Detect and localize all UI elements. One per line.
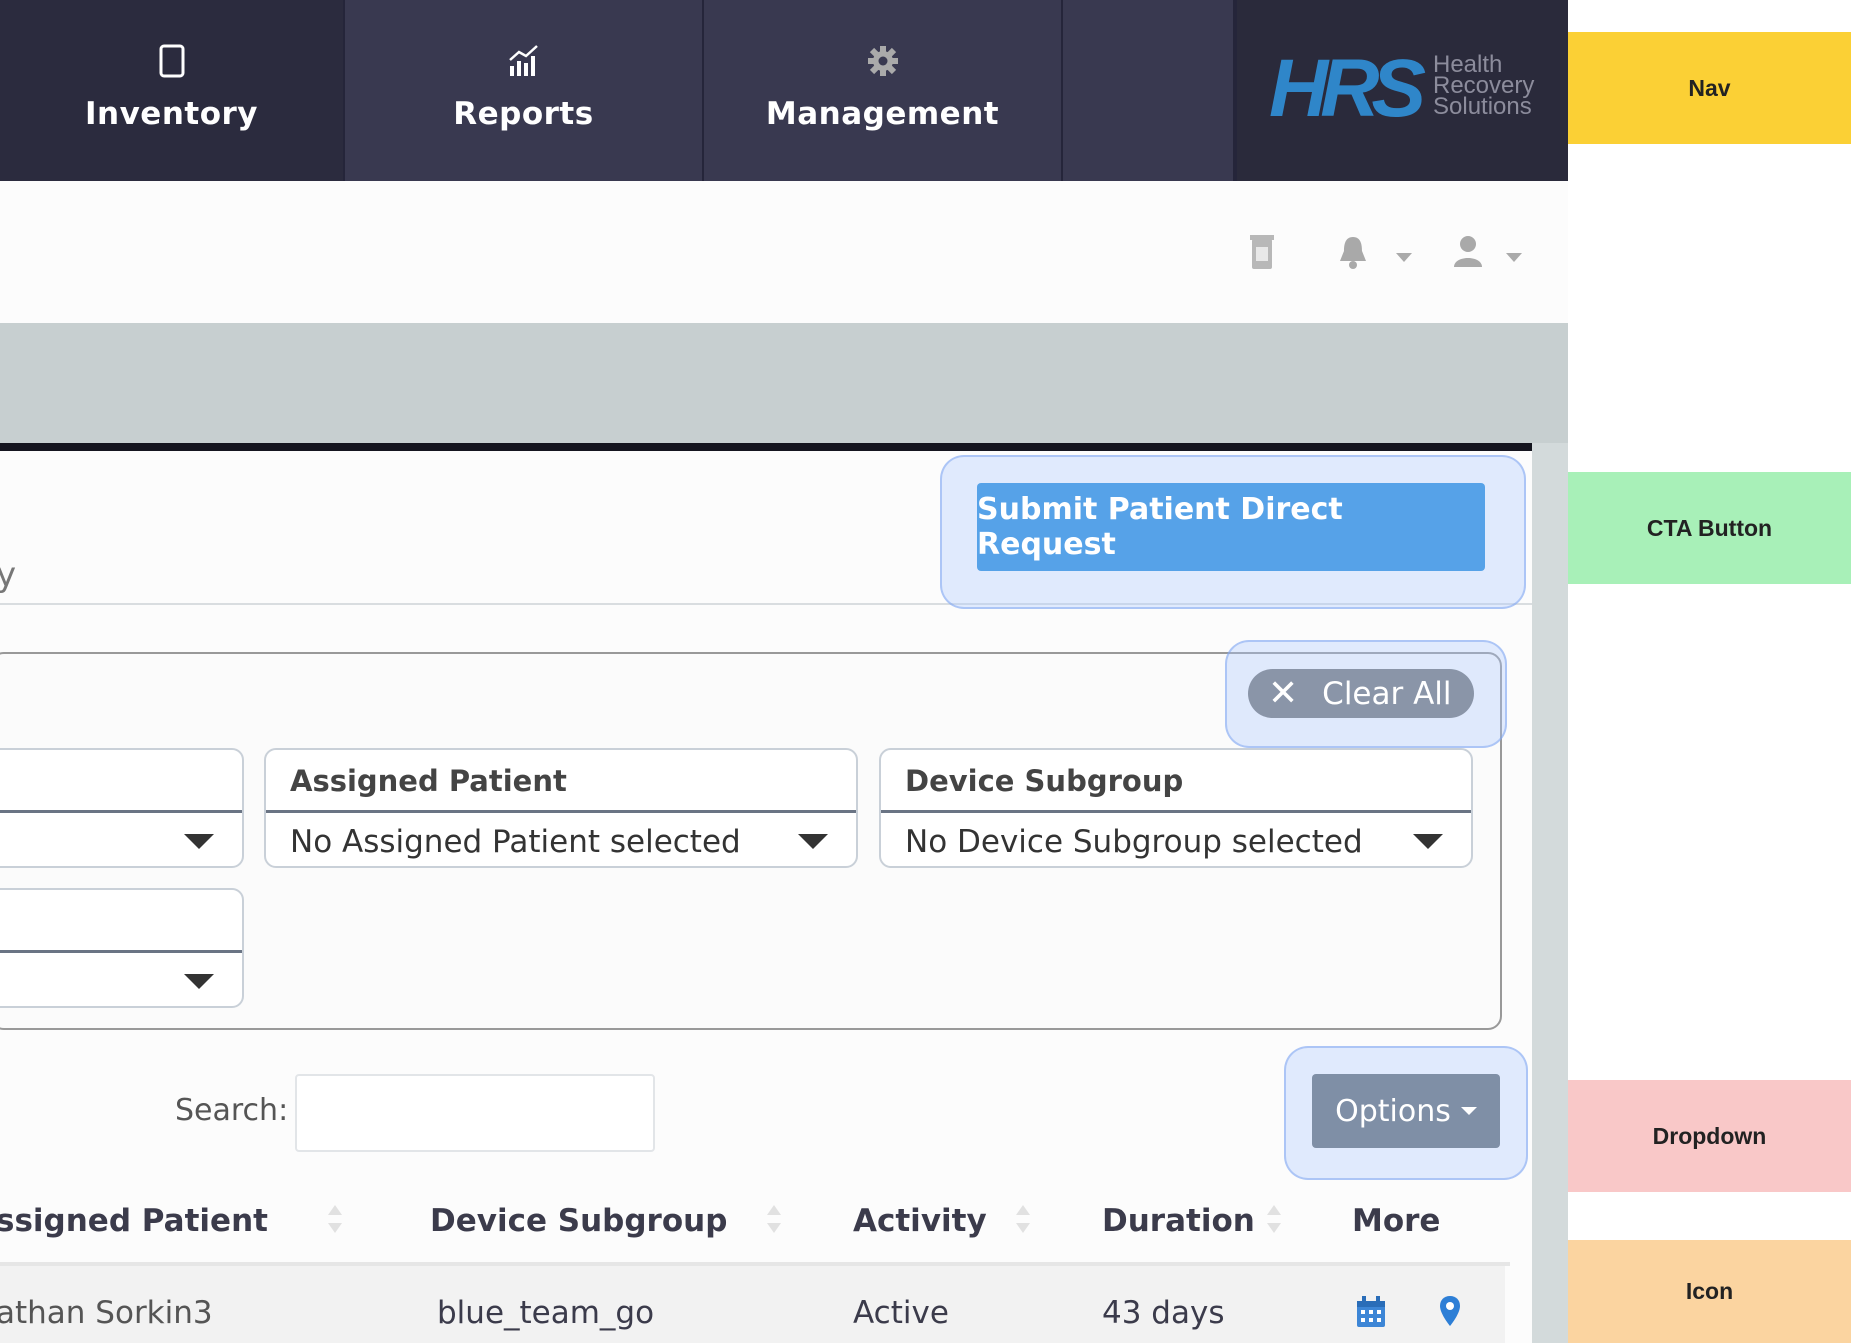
user-icon[interactable] [1454, 235, 1482, 273]
chevron-down-icon [1460, 1107, 1477, 1115]
hrs-logo[interactable]: HRS Health Recovery Solutions [1235, 0, 1568, 181]
nav-item-label: Management [765, 96, 1000, 132]
table-row[interactable] [0, 1266, 1505, 1343]
chevron-down-icon [798, 834, 828, 849]
submit-patient-direct-request-button[interactable]: Submit Patient Direct Request [977, 483, 1485, 571]
column-header-more: More [1352, 1203, 1441, 1239]
annotation-cta-button: CTA Button [1568, 472, 1851, 584]
sort-icon[interactable] [767, 1203, 781, 1237]
options-dropdown-button[interactable]: Options [1312, 1074, 1500, 1148]
annotation-nav: Nav [1568, 32, 1851, 144]
logo-tagline: Health Recovery Solutions [1433, 51, 1535, 120]
bell-icon[interactable] [1338, 235, 1368, 273]
chevron-down-icon[interactable] [1396, 248, 1412, 267]
assigned-patient-value: No Assigned Patient selected [290, 824, 741, 860]
clear-all-button[interactable]: ✕ Clear All [1248, 669, 1474, 718]
close-icon: ✕ [1268, 673, 1299, 714]
device-subgroup-select[interactable]: Device Subgroup No Device Subgroup selec… [879, 748, 1473, 868]
filter-select-left-2[interactable] [0, 888, 244, 1008]
annotation-dropdown: Dropdown [1568, 1080, 1851, 1192]
cell-subgroup: blue_team_go [437, 1295, 655, 1331]
cell-patient[interactable]: athan Sorkin3 [0, 1295, 213, 1331]
nav-item-inventory[interactable]: Inventory [0, 0, 345, 181]
filter-select-left-1[interactable] [0, 748, 244, 868]
nav-item-management[interactable]: Management [704, 0, 1063, 181]
column-header-device-subgroup[interactable]: Device Subgroup [430, 1203, 727, 1239]
sort-icon[interactable] [1016, 1203, 1030, 1237]
nav-item-label: Reports [453, 96, 594, 132]
device-subgroup-value: No Device Subgroup selected [905, 824, 1363, 860]
column-header-activity[interactable]: Activity [853, 1203, 987, 1239]
clear-all-label: Clear All [1322, 675, 1452, 712]
search-input[interactable] [295, 1074, 655, 1152]
tablet-icon [0, 44, 343, 80]
cell-activity: Active [853, 1295, 949, 1331]
top-nav: Inventory Reports Management HRS Health … [0, 0, 1568, 181]
column-header-assigned-patient[interactable]: ssigned Patient [0, 1203, 268, 1239]
options-label: Options [1335, 1093, 1451, 1129]
calendar-icon[interactable] [1356, 1296, 1386, 1332]
location-pin-icon[interactable] [1440, 1296, 1460, 1330]
nav-item-empty [1063, 0, 1235, 181]
header-bar [0, 181, 1568, 323]
chart-icon [345, 44, 702, 80]
chevron-down-icon [184, 974, 214, 989]
sort-icon[interactable] [328, 1203, 342, 1237]
nav-item-label: Inventory [84, 96, 259, 132]
device-subgroup-label: Device Subgroup [905, 764, 1184, 798]
column-header-duration[interactable]: Duration [1102, 1203, 1255, 1239]
nav-item-reports[interactable]: Reports [345, 0, 704, 181]
cell-duration: 43 days [1102, 1295, 1225, 1331]
chevron-down-icon [184, 834, 214, 849]
sort-icon[interactable] [1267, 1203, 1281, 1237]
app-window: Inventory Reports Management HRS Health … [0, 0, 1568, 1343]
assigned-patient-select[interactable]: Assigned Patient No Assigned Patient sel… [264, 748, 858, 868]
panel-title-fragment: y [0, 555, 17, 595]
logo-wordmark: HRS [1269, 43, 1426, 134]
assigned-patient-label: Assigned Patient [290, 764, 567, 798]
scroll-gutter [1532, 443, 1568, 1343]
search-label: Search: [175, 1093, 289, 1128]
grey-band [0, 323, 1568, 443]
chevron-down-icon [1413, 834, 1443, 849]
annotation-icon: Icon [1568, 1240, 1851, 1343]
panel-top-border [0, 443, 1532, 451]
chevron-down-icon[interactable] [1506, 248, 1522, 267]
device-icon[interactable] [1250, 235, 1274, 275]
gear-icon [704, 44, 1061, 80]
